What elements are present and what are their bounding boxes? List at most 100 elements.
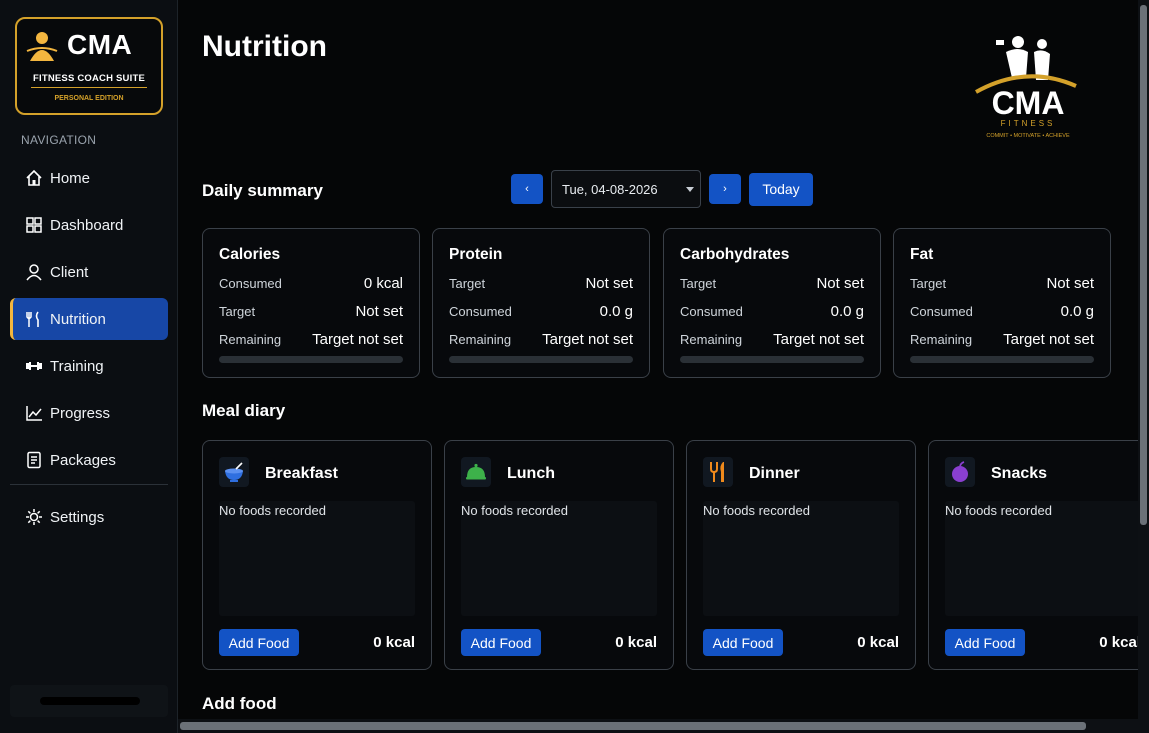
summary-row: Target Not set	[449, 275, 633, 292]
user-icon	[24, 262, 44, 282]
date-value: Tue, 04-08-2026	[562, 181, 658, 197]
sidebar-item-label: Client	[50, 263, 89, 281]
fat-card: Fat Target Not set Consumed 0.0 g Remainin…	[893, 228, 1111, 378]
summary-row: Remaining Target not set	[910, 331, 1094, 348]
sidebar-item-label: Training	[50, 357, 104, 375]
logo-brand: CMA	[67, 29, 133, 60]
sidebar-item-progress[interactable]: Progress	[10, 392, 168, 434]
sidebar-item-dashboard[interactable]: Dashboard	[10, 204, 168, 246]
row-label: Target	[449, 276, 486, 291]
row-value: Target not set	[773, 331, 864, 348]
row-label: Consumed	[680, 304, 743, 319]
vertical-scrollbar[interactable]	[1138, 0, 1149, 733]
nav-section-title: NAVIGATION	[21, 133, 97, 147]
meal-kcal: 0 kcal	[615, 634, 657, 651]
row-value: 0.0 g	[599, 303, 633, 320]
nav-divider	[10, 484, 168, 485]
sidebar-item-settings[interactable]: Settings	[10, 496, 168, 538]
summary-row: Target Not set	[910, 275, 1094, 292]
utensils-icon	[703, 457, 733, 487]
lunch-card: Lunch No foods recorded Add Food 0 kcal	[444, 440, 674, 670]
row-value: Not set	[816, 275, 864, 292]
dinner-card: Dinner No foods recorded Add Food 0 kcal	[686, 440, 916, 670]
add-food-button[interactable]: Add Food	[219, 629, 299, 656]
meal-kcal: 0 kcal	[1099, 634, 1138, 651]
scrollbar-thumb[interactable]	[1140, 5, 1147, 525]
empty-state-text: No foods recorded	[703, 503, 810, 518]
fruit-icon	[945, 457, 975, 487]
sidebar-item-label: Home	[50, 169, 91, 187]
sidebar-footer	[10, 685, 168, 717]
svg-text:CMA: CMA	[992, 85, 1065, 121]
sidebar-item-label: Progress	[50, 404, 111, 422]
row-value: 0 kcal	[363, 275, 403, 292]
fork-knife-icon	[24, 309, 44, 329]
sidebar-item-packages[interactable]: Packages	[10, 439, 168, 481]
row-value: Not set	[1046, 275, 1094, 292]
summary-row: Remaining Target not set	[219, 331, 403, 348]
page-title: Nutrition	[202, 30, 327, 63]
sidebar-item-training[interactable]: Training	[10, 345, 168, 387]
logo-subtitle: FITNESS COACH SUITE	[32, 73, 145, 84]
add-food-button[interactable]: Add Food	[461, 629, 541, 656]
add-food-title: Add food	[202, 694, 277, 713]
meal-title: Snacks	[991, 465, 1048, 482]
gear-icon	[24, 507, 44, 527]
row-value: Target not set	[1003, 331, 1094, 348]
sidebar-item-nutrition[interactable]: Nutrition	[10, 298, 168, 340]
sidebar-item-label: Settings	[50, 508, 105, 526]
meal-kcal: 0 kcal	[373, 634, 415, 651]
bowl-icon	[219, 457, 249, 487]
cloche-icon	[461, 457, 491, 487]
card-title: Carbohydrates	[680, 246, 790, 263]
card-title: Protein	[449, 246, 503, 263]
app-logo: CMA FITNESS COACH SUITE PERSONAL EDITION	[15, 17, 163, 115]
home-icon	[24, 168, 44, 188]
row-label: Remaining	[219, 332, 282, 347]
horizontal-scrollbar[interactable]	[178, 719, 1138, 733]
row-label: Remaining	[449, 332, 512, 347]
brand-logo: CMA FITNESS COMMIT • MOTIVATE • ACHIEVE	[966, 30, 1090, 142]
logo-divider	[31, 87, 147, 88]
snacks-card: Snacks No foods recorded Add Food 0 kcal	[928, 440, 1138, 670]
svg-text:COMMIT • MOTIVATE • ACHIEVE: COMMIT • MOTIVATE • ACHIEVE	[986, 133, 1070, 139]
add-food-button[interactable]: Add Food	[703, 629, 783, 656]
logo-figure-icon	[26, 32, 58, 61]
meal-food-list	[461, 501, 657, 616]
meal-title: Breakfast	[265, 465, 338, 482]
empty-state-text: No foods recorded	[461, 503, 568, 518]
scrollbar-thumb[interactable]	[180, 722, 1086, 730]
card-title: Fat	[910, 246, 934, 263]
row-value: 0.0 g	[830, 303, 864, 320]
logo-edition: PERSONAL EDITION	[54, 95, 124, 102]
row-value: Target not set	[312, 331, 403, 348]
calories-card: Calories Consumed 0 kcal Target Not set Re…	[202, 228, 420, 378]
athletes-icon: CMA FITNESS COMMIT • MOTIVATE • ACHIEVE	[975, 36, 1077, 139]
next-day-button[interactable]: ›	[709, 174, 741, 204]
row-label: Consumed	[910, 304, 973, 319]
summary-row: Consumed 0.0 g	[910, 303, 1094, 320]
progress-bar	[449, 356, 633, 363]
add-food-button[interactable]: Add Food	[945, 629, 1025, 656]
card-title: Calories	[219, 246, 281, 263]
row-label: Remaining	[680, 332, 743, 347]
protein-card: Protein Target Not set Consumed 0.0 g Rema…	[432, 228, 650, 378]
dumbbell-icon	[24, 356, 44, 376]
summary-row: Consumed 0.0 g	[449, 303, 633, 320]
dashboard-icon	[24, 215, 44, 235]
sidebar-item-client[interactable]: Client	[10, 251, 168, 293]
sidebar: CMA FITNESS COACH SUITE PERSONAL EDITION…	[0, 0, 178, 733]
document-icon	[24, 450, 44, 470]
row-label: Target	[910, 276, 947, 291]
today-button[interactable]: Today	[749, 172, 813, 206]
meal-diary-title: Meal diary	[202, 401, 286, 420]
sidebar-item-home[interactable]: Home	[10, 157, 168, 199]
previous-day-button[interactable]: ‹	[511, 174, 543, 204]
sidebar-item-label: Packages	[50, 451, 116, 469]
row-label: Remaining	[910, 332, 973, 347]
row-label: Target	[219, 304, 256, 319]
svg-text:FITNESS: FITNESS	[1001, 119, 1056, 128]
date-picker[interactable]: Tue, 04-08-2026	[551, 170, 701, 208]
meal-title: Lunch	[507, 465, 555, 482]
sidebar-item-label: Dashboard	[50, 216, 124, 234]
